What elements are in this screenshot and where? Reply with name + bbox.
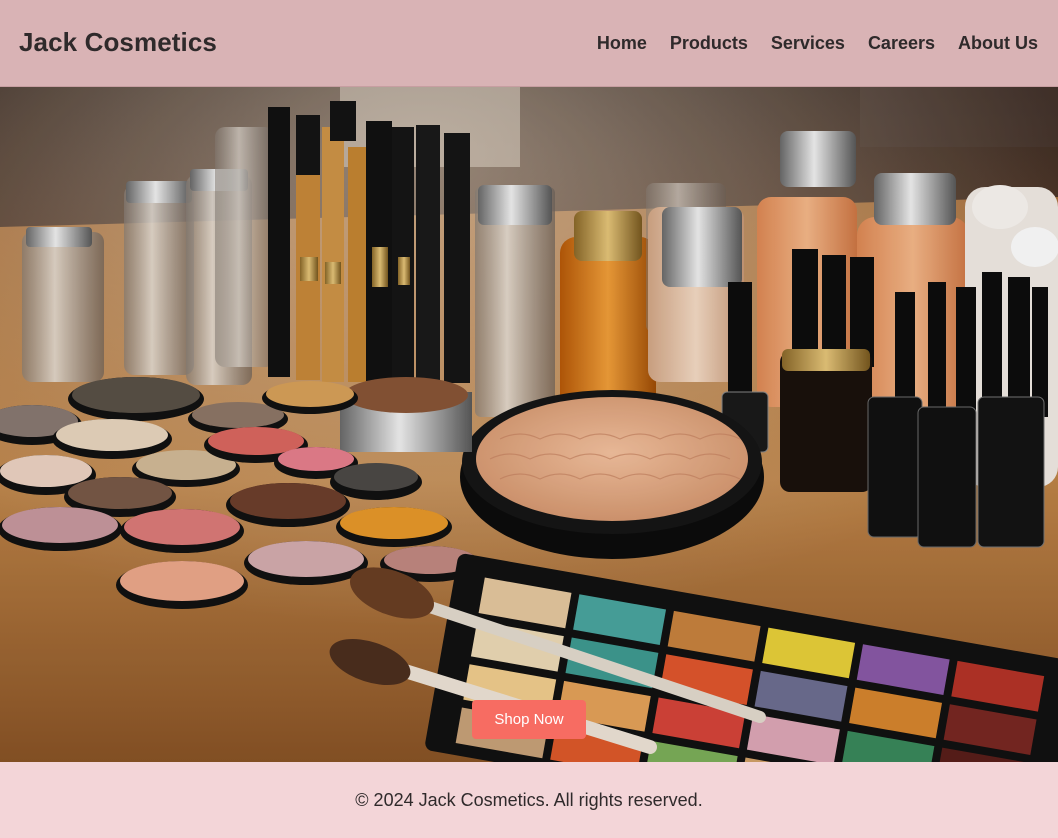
brand-logo-text[interactable]: Jack Cosmetics xyxy=(19,26,217,58)
page: Jack Cosmetics Home Products Services Ca… xyxy=(0,0,1058,838)
nav-link-products[interactable]: Products xyxy=(670,32,748,54)
site-header: Jack Cosmetics Home Products Services Ca… xyxy=(0,0,1058,87)
nav-link-about-us[interactable]: About Us xyxy=(958,32,1038,54)
nav-link-home[interactable]: Home xyxy=(597,32,647,54)
copyright-text: © 2024 Jack Cosmetics. All rights reserv… xyxy=(355,790,703,810)
main-nav: Home Products Services Careers About Us xyxy=(574,32,1038,54)
site-footer: © 2024 Jack Cosmetics. All rights reserv… xyxy=(0,762,1058,838)
nav-link-careers[interactable]: Careers xyxy=(868,32,935,54)
nav-link-services[interactable]: Services xyxy=(771,32,845,54)
shop-now-button[interactable]: Shop Now xyxy=(472,700,586,739)
hero-image xyxy=(0,87,1058,762)
hero-section: Shop Now xyxy=(0,87,1058,762)
